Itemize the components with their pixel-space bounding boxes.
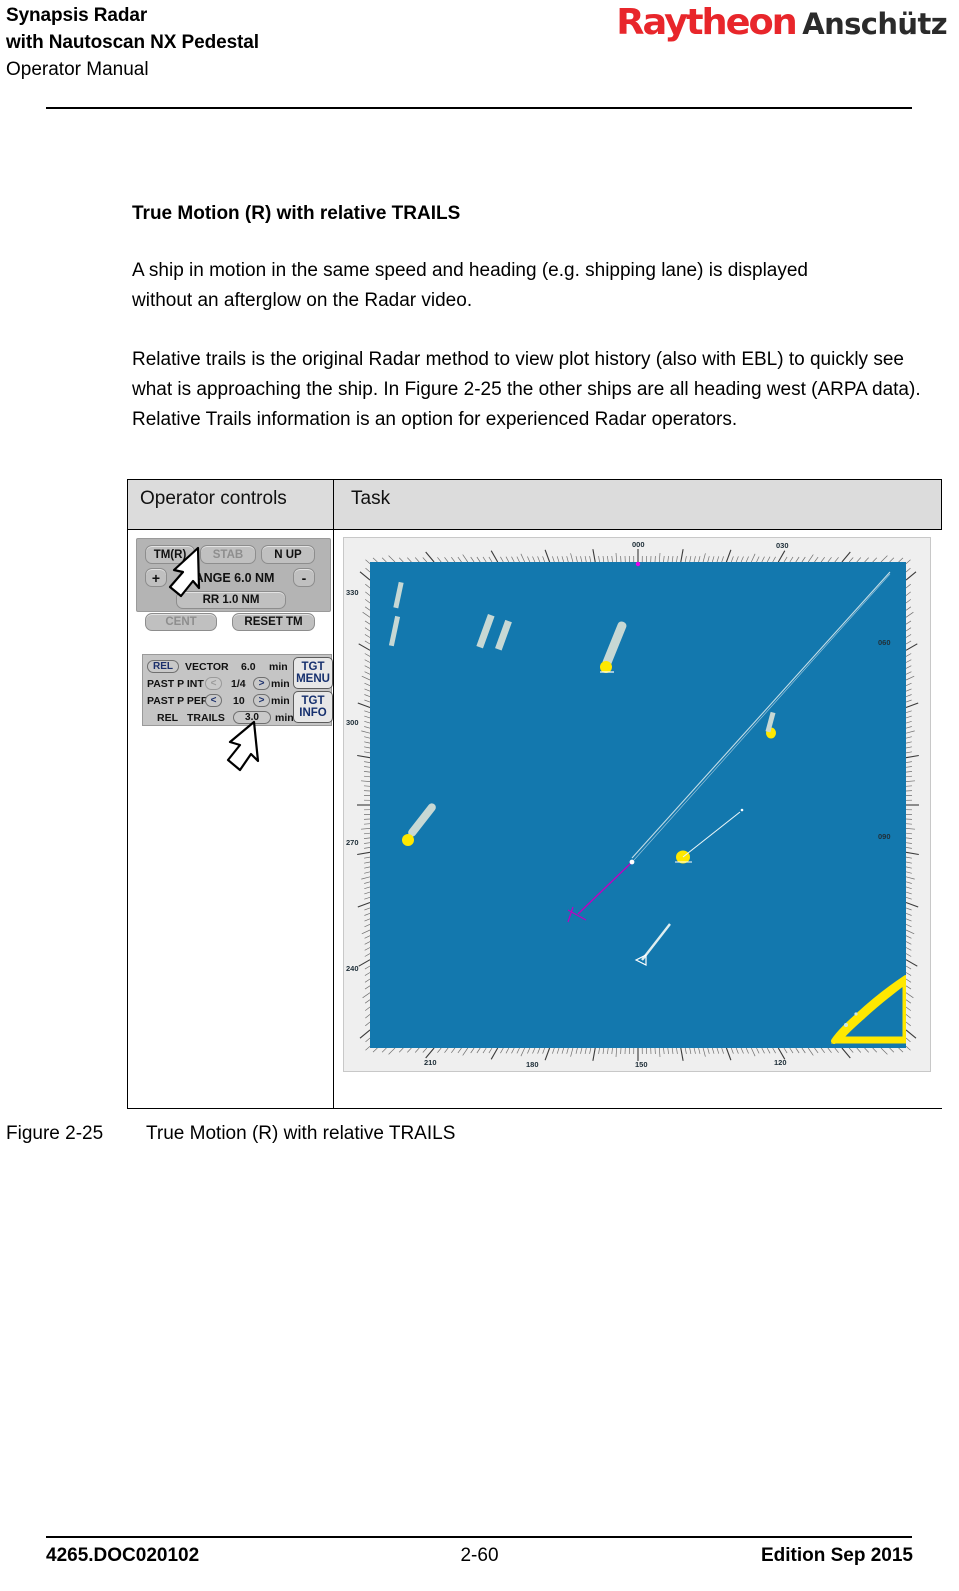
trails-mode-label: REL bbox=[157, 712, 178, 724]
table-header-task: Task bbox=[351, 488, 391, 509]
body-paragraph-1: A ship in motion in the same speed and h… bbox=[132, 260, 808, 311]
past-p-int-increment-button[interactable]: > bbox=[253, 677, 270, 690]
trail-fragment-b bbox=[476, 613, 512, 651]
manual-title-line1: Synapsis Radar bbox=[6, 5, 148, 26]
operator-controls-cell: TM(R) STAB N UP + RANGE 6.0 NM - RR 1.0 … bbox=[128, 530, 333, 1108]
target-info-line1: TGT bbox=[301, 695, 325, 707]
manual-subtitle: Operator Manual bbox=[6, 59, 149, 80]
bearing-label-210: 210 bbox=[424, 1058, 437, 1067]
target-menu-line2: MENU bbox=[296, 673, 330, 685]
reset-tm-button[interactable]: RESET TM bbox=[232, 613, 315, 631]
table-header-operator-controls: Operator controls bbox=[140, 488, 287, 509]
target-info-line2: INFO bbox=[299, 707, 327, 719]
vector-mode-pill[interactable]: REL bbox=[147, 660, 179, 673]
trails-unit: min bbox=[275, 712, 294, 724]
bearing-label-090: 090 bbox=[878, 832, 891, 841]
footer-divider bbox=[46, 1536, 912, 1538]
heading-mode-button[interactable]: N UP bbox=[261, 545, 315, 564]
trails-label: TRAILS bbox=[187, 712, 225, 724]
operator-task-table: Operator controls Task TM(R) STAB N UP +… bbox=[127, 479, 942, 1109]
bearing-label-270: 270 bbox=[346, 838, 359, 847]
stabilisation-button[interactable]: STAB bbox=[200, 545, 256, 564]
manual-title-line2: with Nautoscan NX Pedestal bbox=[6, 32, 259, 53]
coastline-echo bbox=[830, 975, 906, 1044]
header-divider bbox=[46, 107, 912, 109]
range-decrease-button[interactable]: - bbox=[293, 568, 315, 587]
bearing-label-030: 030 bbox=[776, 541, 789, 550]
bearing-label-120: 120 bbox=[774, 1058, 787, 1067]
past-p-int-decrement-button[interactable]: < bbox=[205, 677, 222, 690]
arpa-target-d bbox=[765, 711, 776, 739]
radar-display-frame: 000 030 060 090 120 150 180 210 240 270 300 330 bbox=[343, 537, 931, 1072]
motion-mode-button[interactable]: TM(R) bbox=[145, 545, 195, 564]
vector-label: VECTOR bbox=[185, 661, 229, 673]
figure-caption-number: Figure 2-25 bbox=[6, 1123, 104, 1144]
vector-unit: min bbox=[269, 661, 288, 673]
past-p-per-unit: min bbox=[271, 695, 290, 707]
past-p-per-label: PAST P PER bbox=[147, 695, 209, 707]
past-p-per-decrement-button[interactable]: < bbox=[205, 694, 222, 707]
target-menu-line1: TGT bbox=[301, 661, 325, 673]
past-p-int-unit: min bbox=[271, 678, 290, 690]
past-p-int-value[interactable]: 1/4 bbox=[231, 678, 246, 690]
radar-video-area[interactable] bbox=[370, 562, 906, 1048]
bearing-label-060: 060 bbox=[878, 638, 891, 647]
bearing-label-000: 000 bbox=[632, 540, 645, 549]
raytheon-wordmark: Raytheon bbox=[616, 2, 798, 43]
mouse-cursor-arrow-trails bbox=[226, 720, 260, 772]
range-increase-button[interactable]: + bbox=[145, 568, 167, 587]
arpa-target-f bbox=[402, 803, 436, 846]
table-header-row: Operator controls Task bbox=[128, 480, 941, 530]
figure-caption: Figure 2-25 True Motion (R) with relative… bbox=[6, 1123, 455, 1145]
trail-fragment-a bbox=[388, 581, 404, 647]
anschuetz-wordmark: Anschütz bbox=[802, 7, 947, 41]
figure-caption-text: True Motion (R) with relative TRAILS bbox=[146, 1123, 456, 1144]
target-menu-button[interactable]: TGT MENU bbox=[293, 657, 333, 689]
target-info-button[interactable]: TGT INFO bbox=[293, 691, 333, 723]
bearing-label-180: 180 bbox=[526, 1060, 539, 1069]
raytheon-anschuetz-logo: Raytheon Anschütz bbox=[616, 2, 947, 43]
range-readout: RANGE 6.0 NM bbox=[185, 570, 275, 585]
range-ring-button[interactable]: RR 1.0 NM bbox=[176, 591, 286, 609]
bearing-label-300: 300 bbox=[346, 718, 359, 727]
bearing-label-150: 150 bbox=[635, 1060, 648, 1069]
range-control-panel: TM(R) STAB N UP + RANGE 6.0 NM - RR 1.0 … bbox=[136, 538, 331, 631]
arpa-target-c bbox=[600, 621, 627, 673]
past-p-int-label: PAST P INT bbox=[147, 678, 204, 690]
footer-edition: Edition Sep 2015 bbox=[760, 1545, 913, 1566]
vector-trails-panel: REL VECTOR 6.0 min PAST P INT < 1/4 > mi… bbox=[142, 654, 333, 726]
task-cell: 000 030 060 090 120 150 180 210 240 270 300 330 bbox=[334, 530, 942, 1108]
section-heading: True Motion (R) with relative TRAILS bbox=[132, 203, 461, 224]
past-p-per-increment-button[interactable]: > bbox=[253, 694, 270, 707]
arpa-target-e bbox=[675, 808, 744, 864]
bearing-label-240: 240 bbox=[346, 964, 359, 973]
page-header: Synapsis Radar with Nautoscan NX Pedesta… bbox=[0, 0, 959, 109]
trails-value-field[interactable]: 3.0 bbox=[233, 711, 271, 724]
body-paragraph-2: Relative trails is the original Radar me… bbox=[132, 349, 921, 430]
manual-title: Synapsis Radar with Nautoscan NX Pedesta… bbox=[6, 2, 259, 56]
vector-value[interactable]: 6.0 bbox=[241, 661, 256, 673]
radar-overlay bbox=[388, 562, 906, 1044]
past-p-per-value[interactable]: 10 bbox=[233, 695, 245, 707]
centre-button[interactable]: CENT bbox=[145, 613, 217, 631]
arpa-target-g bbox=[634, 923, 671, 966]
bearing-label-330: 330 bbox=[346, 588, 359, 597]
